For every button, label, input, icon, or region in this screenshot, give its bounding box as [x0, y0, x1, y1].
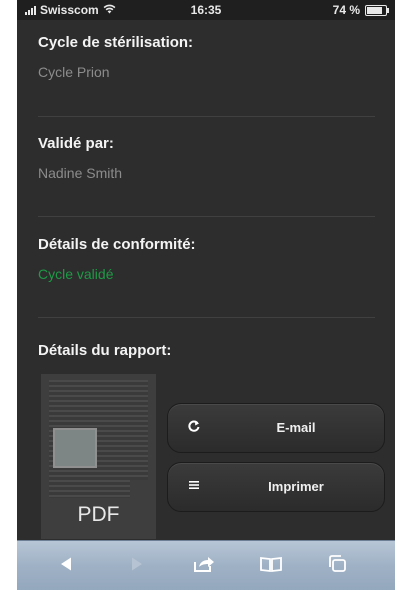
sterilization-cycle-value: Cycle Prion	[38, 64, 110, 80]
status-bar: Swisscom 16:35 74 %	[17, 0, 395, 20]
pdf-label: PDF	[77, 503, 120, 526]
bookmarks-button[interactable]	[256, 554, 286, 578]
print-button-label: Imprimer	[268, 479, 324, 494]
pdf-thumbnail[interactable]: PDF	[41, 374, 156, 539]
compliance-label: Détails de conformité:	[38, 236, 196, 253]
validated-by-section: Validé par: Nadine Smith	[38, 135, 375, 181]
validated-by-label: Validé par:	[38, 135, 114, 152]
tabs-icon	[328, 554, 348, 578]
bookmarks-icon	[260, 556, 282, 577]
back-arrow-icon	[58, 556, 74, 577]
list-icon	[186, 478, 202, 494]
forward-button[interactable]	[122, 554, 152, 578]
report-details: Cycle de stérilisation: Cycle Prion Vali…	[17, 20, 395, 540]
tabs-button[interactable]	[323, 554, 353, 578]
pdf-photo-preview	[53, 428, 97, 468]
back-button[interactable]	[51, 554, 81, 578]
phone-screen: Swisscom 16:35 74 % Cycle de stérilisati…	[17, 0, 395, 590]
sterilization-cycle-label: Cycle de stérilisation:	[38, 34, 194, 51]
email-button[interactable]: E-mail	[167, 403, 385, 453]
divider	[38, 317, 375, 318]
browser-toolbar	[17, 540, 395, 590]
share-button[interactable]	[189, 554, 219, 578]
email-button-label: E-mail	[276, 420, 316, 435]
report-section: Détails du rapport:	[38, 342, 375, 359]
compliance-value: Cycle validé	[38, 266, 114, 282]
battery-percent: 74 %	[332, 3, 360, 17]
page-fold	[130, 480, 148, 498]
status-right: 74 %	[332, 3, 389, 17]
battery-icon	[365, 4, 389, 16]
validated-by-value: Nadine Smith	[38, 165, 123, 181]
pdf-page-preview	[49, 380, 148, 498]
sterilization-cycle-section: Cycle de stérilisation: Cycle Prion	[38, 34, 375, 80]
refresh-arrow-icon	[186, 419, 202, 435]
print-button[interactable]: Imprimer	[167, 462, 385, 512]
divider	[38, 216, 375, 217]
forward-arrow-icon	[129, 556, 145, 577]
share-icon	[193, 555, 215, 578]
report-label: Détails du rapport:	[38, 342, 172, 359]
divider	[38, 116, 375, 117]
compliance-section: Détails de conformité: Cycle validé	[38, 236, 375, 282]
